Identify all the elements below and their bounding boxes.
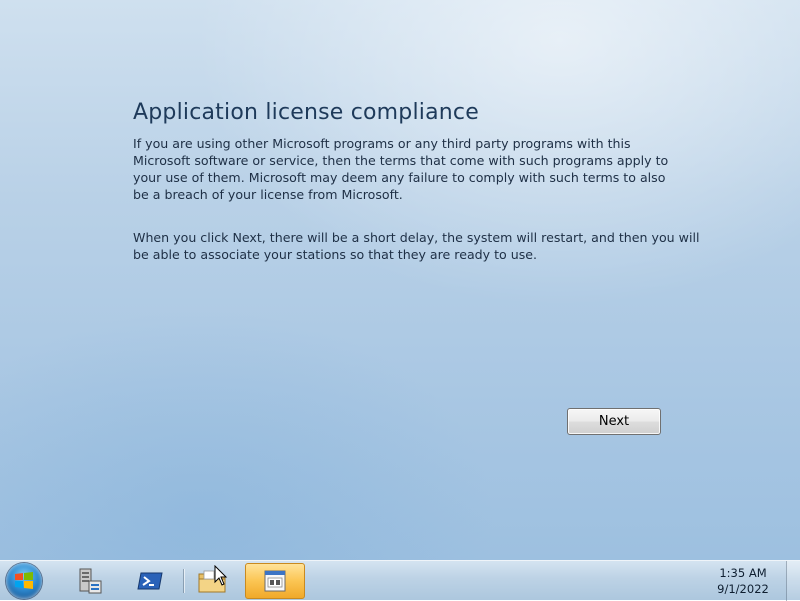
windows-start-icon (15, 572, 33, 589)
mouse-pointer-icon (214, 565, 228, 586)
desktop-background: Application license compliance If you ar… (0, 0, 800, 560)
start-button[interactable] (6, 563, 42, 599)
next-button[interactable]: Next (567, 408, 661, 435)
license-paragraph: If you are using other Microsoft program… (133, 136, 669, 202)
page-title: Application license compliance (133, 100, 479, 125)
clock-date: 9/1/2022 (717, 582, 769, 596)
taskbar-separator (183, 569, 184, 593)
show-desktop-button[interactable] (786, 561, 800, 601)
powershell-button[interactable] (132, 563, 168, 599)
active-app-button[interactable] (245, 563, 305, 599)
powershell-icon (137, 572, 163, 590)
application-window-icon (264, 570, 286, 592)
license-panel: Application license compliance If you ar… (133, 100, 713, 263)
system-clock[interactable]: 1:35 AM 9/1/2022 (708, 565, 778, 597)
clock-time: 1:35 AM (719, 566, 767, 580)
taskbar: 1:35 AM 9/1/2022 (0, 560, 800, 601)
restart-notice-paragraph: When you click Next, there will be a sho… (133, 230, 700, 262)
server-manager-button[interactable] (72, 563, 108, 599)
server-manager-icon (79, 568, 102, 594)
